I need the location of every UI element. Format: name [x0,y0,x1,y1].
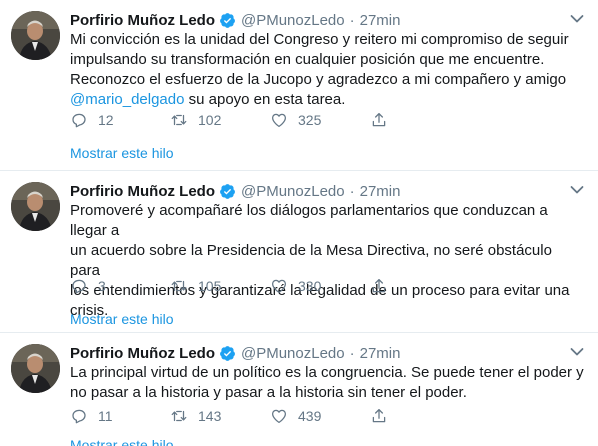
retweet-icon [171,280,187,292]
reply-button[interactable]: 11 [70,407,170,425]
retweet-count: 102 [198,112,222,128]
tweet-text-line: Mi convicción es la unidad del Congreso … [70,31,569,48]
retweet-button[interactable]: 102 [170,111,270,129]
tweet-text: La principal virtud de un político es la… [70,363,585,403]
tweet-header: Porfirio Muñoz Ledo @PMunozLedo · 27min [70,181,400,201]
verified-badge-icon [219,345,236,362]
avatar[interactable] [11,11,60,60]
separator: · [349,11,355,29]
tweet-header: Porfirio Muñoz Ledo @PMunozLedo · 27min [70,343,400,363]
author-name[interactable]: Porfirio Muñoz Ledo [70,345,215,362]
reply-count: 3 [98,278,106,294]
like-count: 330 [298,278,322,294]
tweet-actions: 11 143 439 [70,405,388,427]
retweet-count: 143 [198,408,222,424]
like-button[interactable]: 439 [270,407,370,425]
retweet-icon [171,410,187,422]
share-button[interactable] [370,407,388,425]
retweet-button[interactable]: 143 [170,407,270,425]
verified-badge-icon [219,12,236,29]
tweet[interactable]: Porfirio Muñoz Ledo @PMunozLedo · 27min … [0,0,598,171]
chevron-down-icon[interactable] [570,14,584,24]
reply-icon [72,279,86,294]
like-count: 439 [298,408,322,424]
show-thread-link[interactable]: Mostrar este hilo [70,437,173,446]
tweet-text-line: Reconozco el esfuerzo de la Jucopo y agr… [70,71,567,88]
share-button[interactable] [370,277,388,295]
reply-count: 12 [98,112,114,128]
author-name[interactable]: Porfirio Muñoz Ledo [70,12,215,29]
heart-icon [271,113,287,128]
reply-button[interactable]: 3 [70,277,170,295]
reply-count: 11 [98,408,113,424]
separator: · [349,182,355,200]
tweet-text-line: @mario_delgado su apoyo en esta tarea. [70,90,585,110]
reply-icon [72,409,86,424]
mention-link[interactable]: @mario_delgado [70,91,184,108]
chevron-down-icon[interactable] [570,185,584,195]
avatar[interactable] [11,344,60,393]
tweet-text-tail: su apoyo en esta tarea. [184,91,346,108]
verified-badge-icon [219,183,236,200]
like-count: 325 [298,112,322,128]
show-thread-link[interactable]: Mostrar este hilo [70,311,173,327]
tweet[interactable]: Porfirio Muñoz Ledo @PMunozLedo · 27min … [0,333,598,446]
show-thread-link[interactable]: Mostrar este hilo [70,145,173,161]
share-icon [372,408,386,423]
author-name[interactable]: Porfirio Muñoz Ledo [70,183,215,200]
timestamp[interactable]: 27min [360,345,401,362]
share-button[interactable] [370,111,388,129]
heart-icon [271,279,287,294]
separator: · [349,344,355,362]
tweet-header: Porfirio Muñoz Ledo @PMunozLedo · 27min [70,10,400,30]
tweet-timeline: Porfirio Muñoz Ledo @PMunozLedo · 27min … [0,0,598,446]
author-handle[interactable]: @PMunozLedo [241,12,345,29]
tweet-text-line: no pasar a la historia y pasar a la hist… [70,384,467,401]
tweet-actions: 3 105 330 [70,275,388,297]
like-button[interactable]: 330 [270,277,370,295]
tweet-text-line: impulsando su transformación en cualquie… [70,51,545,68]
tweet-actions: 12 102 325 [70,109,388,131]
share-icon [372,112,386,127]
reply-button[interactable]: 12 [70,111,170,129]
heart-icon [271,409,287,424]
reply-icon [72,113,86,128]
like-button[interactable]: 325 [270,111,370,129]
tweet[interactable]: Porfirio Muñoz Ledo @PMunozLedo · 27min … [0,171,598,333]
tweet-text-line: La principal virtud de un político es la… [70,364,584,381]
author-handle[interactable]: @PMunozLedo [241,345,345,362]
author-handle[interactable]: @PMunozLedo [241,183,345,200]
tweet-text-line: Promoveré y acompañaré los diálogos parl… [70,202,548,239]
timestamp[interactable]: 27min [360,12,401,29]
chevron-down-icon[interactable] [570,347,584,357]
tweet-text: Mi convicción es la unidad del Congreso … [70,30,585,110]
retweet-icon [171,114,187,126]
tweet-text: Promoveré y acompañaré los diálogos parl… [70,201,585,321]
share-icon [372,278,386,293]
retweet-button[interactable]: 105 [170,277,270,295]
avatar[interactable] [11,182,60,231]
retweet-count: 105 [198,278,222,294]
timestamp[interactable]: 27min [360,183,401,200]
